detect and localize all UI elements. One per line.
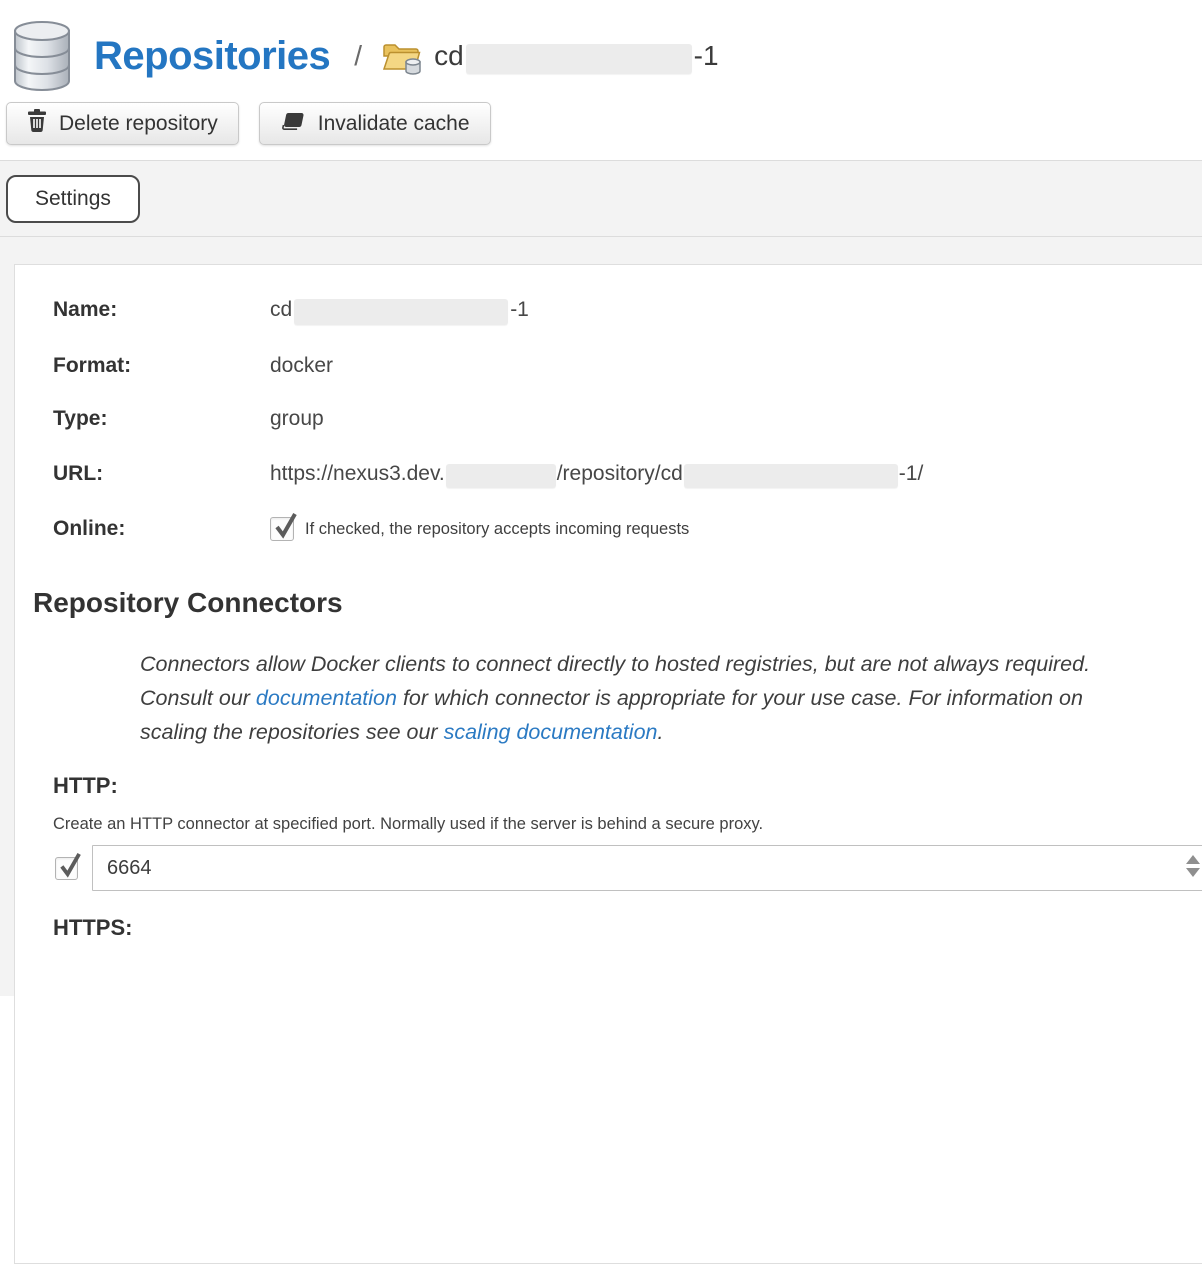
stepper-down-icon[interactable] — [1186, 868, 1200, 877]
breadcrumb-separator: / — [354, 40, 362, 72]
settings-panel: Name: cd -1 Format: docker Type: group UR… — [14, 264, 1202, 1264]
url-value-suffix: -1/ — [899, 462, 924, 486]
documentation-link[interactable]: documentation — [256, 686, 397, 710]
content-area: Name: cd -1 Format: docker Type: group UR… — [0, 237, 1202, 996]
eraser-icon — [280, 112, 306, 136]
redacted-name-block — [466, 44, 692, 74]
tab-bar: Settings — [0, 160, 1202, 237]
online-checkbox[interactable] — [270, 517, 294, 541]
breadcrumb-name-prefix: cd — [434, 40, 464, 72]
format-label: Format: — [53, 354, 270, 378]
field-row-url: URL: https://nexus3.dev. /repository/cd -1… — [53, 460, 1202, 488]
stepper-up-icon[interactable] — [1186, 855, 1200, 864]
name-label: Name: — [53, 298, 270, 322]
type-value: group — [270, 407, 324, 431]
port-stepper[interactable] — [1186, 855, 1200, 877]
repository-toolbar: Delete repository Invalidate cache — [0, 100, 1202, 145]
http-enabled-checkbox[interactable] — [55, 857, 78, 880]
http-port-input[interactable] — [92, 845, 1202, 891]
format-value: docker — [270, 354, 333, 378]
scaling-documentation-link[interactable]: scaling documentation — [444, 720, 658, 744]
redacted-name-block — [294, 299, 508, 325]
connectors-text-3: . — [658, 720, 664, 744]
redacted-host-block — [446, 464, 556, 488]
type-label: Type: — [53, 407, 270, 431]
online-caption: If checked, the repository accepts incom… — [305, 520, 689, 539]
http-label: HTTP: — [53, 773, 1202, 799]
online-label: Online: — [53, 517, 270, 541]
url-value-prefix: https://nexus3.dev. — [270, 462, 445, 486]
delete-repository-button[interactable]: Delete repository — [6, 102, 239, 145]
breadcrumb-name-suffix: -1 — [694, 40, 719, 72]
field-row-online: Online: If checked, the repository accep… — [53, 517, 1202, 541]
field-row-type: Type: group — [53, 407, 1202, 431]
http-help-text: Create an HTTP connector at specified po… — [53, 815, 1202, 834]
redacted-path-block — [684, 464, 898, 488]
field-row-name: Name: cd -1 — [53, 295, 1202, 325]
connectors-description: Connectors allow Docker clients to conne… — [140, 647, 1098, 749]
field-row-format: Format: docker — [53, 354, 1202, 378]
tab-settings[interactable]: Settings — [6, 175, 140, 223]
name-value-prefix: cd — [270, 298, 292, 322]
http-port-row — [55, 845, 1202, 891]
breadcrumb-repository-name: cd -1 — [434, 38, 718, 74]
https-label: HTTPS: — [53, 915, 1202, 941]
page-title: Repositories — [94, 34, 330, 79]
trash-icon — [27, 109, 47, 138]
delete-repository-label: Delete repository — [59, 112, 218, 136]
invalidate-cache-label: Invalidate cache — [318, 112, 470, 136]
name-value-suffix: -1 — [510, 298, 529, 322]
url-value: https://nexus3.dev. /repository/cd -1/ — [270, 460, 923, 488]
invalidate-cache-button[interactable]: Invalidate cache — [259, 102, 491, 145]
page-header: Repositories / cd -1 — [0, 0, 1202, 100]
repository-connectors-heading: Repository Connectors — [33, 587, 1202, 619]
repository-folder-icon — [382, 40, 422, 76]
url-value-mid: /repository/cd — [557, 462, 683, 486]
name-value: cd -1 — [270, 295, 529, 325]
url-label: URL: — [53, 462, 270, 486]
repository-database-icon — [10, 20, 74, 92]
